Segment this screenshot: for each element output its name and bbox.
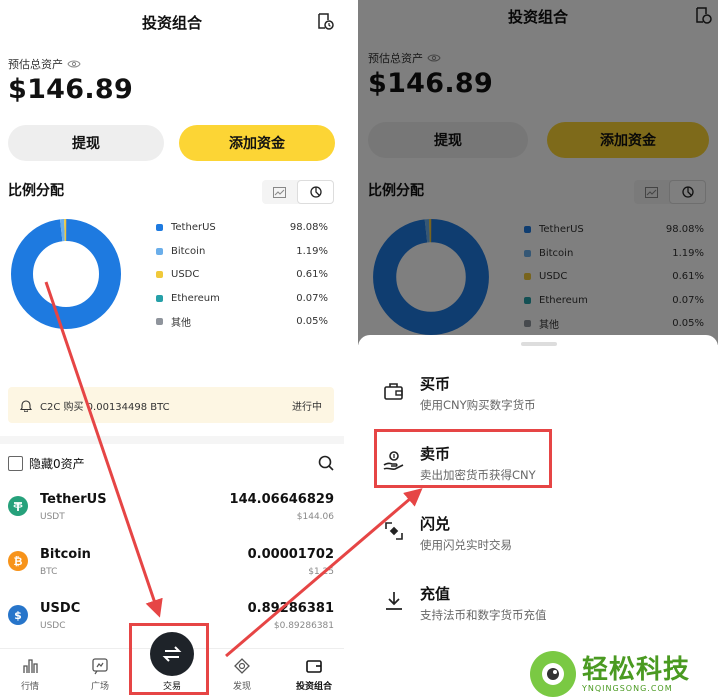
pie-chart-icon: [309, 186, 322, 198]
asset-symbol: USDT: [40, 512, 65, 522]
legend-item: Bitcoin 1.19%: [156, 240, 328, 264]
page-title: 投资组合: [141, 14, 202, 32]
withdraw-button[interactable]: 提现: [8, 125, 164, 161]
balance-label: 预估总资产: [8, 56, 81, 72]
section-divider: [0, 436, 344, 444]
legend-swatch: [156, 247, 163, 255]
deposit-option[interactable]: 充值 支持法币和数字货币充值: [358, 581, 718, 641]
watermark-title: 轻松科技: [582, 654, 691, 685]
asset-name: TetherUS: [40, 492, 107, 507]
option-title: 闪兑: [420, 515, 451, 533]
eye-icon[interactable]: [67, 59, 81, 69]
watermark-logo-icon: [530, 651, 576, 697]
trade-highlight-box: [129, 623, 209, 695]
nav-market[interactable]: 行情: [0, 649, 60, 692]
history-icon[interactable]: [316, 12, 334, 30]
nav-square[interactable]: 广场: [70, 649, 130, 692]
bell-icon: [20, 399, 32, 412]
legend-value: 1.19%: [296, 245, 328, 257]
legend-value: 0.05%: [296, 316, 328, 328]
flash-swap-option[interactable]: 闪兑 使用闪兑实时交易: [358, 511, 718, 571]
swap-icon: [385, 522, 403, 540]
sell-highlight-box: [374, 429, 552, 488]
asset-row[interactable]: TetherUS USDT 144.06646829 $144.06: [0, 490, 344, 540]
asset-usd-value: $0.89286381: [273, 621, 334, 631]
trade-bottom-sheet: 买币 使用CNY购买数字货币 卖币 卖出加密货币获得CNY 闪兑 使用闪兑实时交…: [358, 335, 718, 698]
asset-quantity: 0.89286381: [247, 601, 334, 616]
asset-symbol: BTC: [40, 567, 58, 577]
legend-value: 0.07%: [296, 292, 328, 304]
screen-gap: [344, 0, 358, 698]
bar-chart-icon: [23, 659, 38, 673]
banner-text: C2C 购买 0.00134498 BTC: [40, 401, 170, 413]
asset-quantity: 0.00001702: [247, 547, 334, 562]
donut-slice-TetherUS: [11, 219, 121, 329]
sheet-handle[interactable]: [521, 342, 557, 346]
portfolio-screen: 投资组合 预估总资产 $146.89 提现 添加资金 比例分配 TetherUS…: [0, 0, 344, 698]
legend-swatch: [156, 224, 163, 232]
bitcoin-icon: ₿: [8, 551, 28, 571]
legend-name: Bitcoin: [171, 245, 206, 257]
legend-item: 其他 0.05%: [156, 310, 328, 334]
chart-toggle: [262, 180, 334, 204]
asset-quantity: 144.06646829: [229, 492, 334, 507]
legend-value: 0.61%: [296, 269, 328, 281]
search-icon[interactable]: [318, 455, 334, 471]
watermark: 轻松科技 YNQINGSONG.COM: [530, 650, 718, 698]
pie-chart-toggle[interactable]: [297, 180, 334, 204]
tether-icon: [8, 496, 28, 516]
dim-overlay[interactable]: [358, 0, 718, 345]
allocation-donut: [11, 219, 121, 329]
square-feed-icon: [92, 658, 108, 675]
balance-amount: $146.89: [8, 74, 134, 105]
asset-row[interactable]: ₿ Bitcoin BTC 0.00001702 $1.25: [0, 545, 344, 595]
option-title: 充值: [420, 585, 451, 603]
legend-item: TetherUS 98.08%: [156, 216, 328, 240]
buy-crypto-option[interactable]: 买币 使用CNY购买数字货币: [358, 371, 718, 431]
line-chart-toggle[interactable]: [262, 180, 297, 204]
legend-name: 其他: [171, 318, 191, 330]
bag-icon: [384, 383, 403, 400]
wallet-icon: [306, 660, 322, 673]
watermark-subtitle: YNQINGSONG.COM: [582, 683, 673, 693]
deposit-button[interactable]: 添加资金: [179, 125, 335, 161]
asset-usd-value: $1.25: [308, 567, 334, 577]
hide-zero-checkbox[interactable]: [8, 456, 23, 471]
asset-symbol: USDC: [40, 621, 66, 631]
option-subtitle: 使用CNY购买数字货币: [420, 398, 536, 412]
nav-discover[interactable]: 发现: [212, 649, 272, 692]
legend-item: USDC 0.61%: [156, 263, 328, 287]
order-banner[interactable]: C2C 购买 0.00134498 BTC 进行中: [8, 387, 334, 423]
asset-usd-value: $144.06: [296, 512, 334, 522]
legend-name: TetherUS: [171, 222, 216, 234]
asset-name: USDC: [40, 601, 81, 616]
usdc-icon: $: [8, 605, 28, 625]
allocation-title: 比例分配: [8, 183, 64, 199]
option-subtitle: 支持法币和数字货币充值: [420, 608, 547, 622]
line-chart-icon: [273, 186, 286, 198]
legend-name: Ethereum: [171, 292, 220, 304]
option-subtitle: 使用闪兑实时交易: [420, 538, 512, 552]
asset-name: Bitcoin: [40, 547, 91, 562]
download-icon: [386, 592, 402, 610]
banner-status: 进行中: [292, 401, 322, 413]
legend-swatch: [156, 318, 163, 326]
legend-value: 98.08%: [289, 222, 328, 234]
allocation-legend: TetherUS 98.08% Bitcoin 1.19% USDC 0.61% Ether…: [156, 216, 328, 334]
legend-swatch: [156, 294, 163, 302]
legend-item: Ethereum 0.07%: [156, 287, 328, 311]
hide-zero-toggle[interactable]: 隐藏0资产: [8, 455, 85, 472]
nav-portfolio[interactable]: 投资组合: [284, 649, 344, 692]
option-title: 买币: [420, 375, 451, 393]
legend-swatch: [156, 271, 163, 279]
trade-sheet-screen: 投资组合 预估总资产 $146.89 提现 添加资金 比例分配 TetherUS…: [358, 0, 718, 698]
discover-icon: [234, 658, 250, 674]
legend-name: USDC: [171, 269, 200, 281]
